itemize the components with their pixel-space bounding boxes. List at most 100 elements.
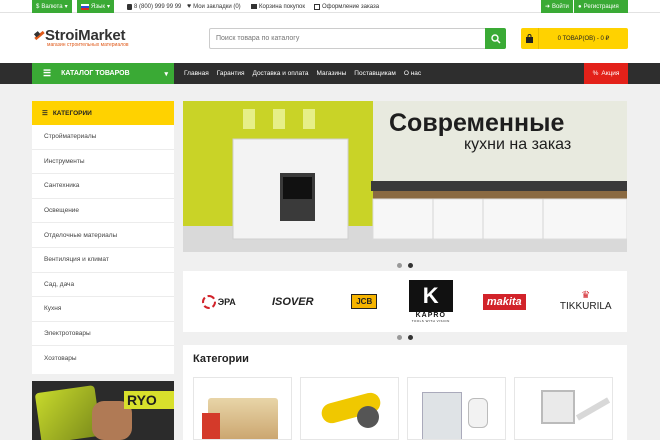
brand-jcb[interactable]: JCB [339, 282, 389, 322]
sidebar-item-garden[interactable]: Сад, дача [32, 273, 174, 298]
crown-icon: ♛ [581, 290, 591, 301]
sidebar-item-finishing[interactable]: Отделочные материалы [32, 223, 174, 248]
user-plus-icon: ● [578, 3, 582, 10]
shopping-bag-icon [521, 28, 539, 49]
register-button[interactable]: ● Регистрация [574, 0, 628, 13]
nav-link-warranty[interactable]: Гарантия [217, 70, 245, 77]
brand-era[interactable]: ЭРА [191, 282, 246, 322]
sidebar-item-household[interactable]: Хозтовары [32, 346, 174, 371]
brands-pagination [397, 335, 413, 340]
category-card-lighting[interactable] [514, 377, 613, 440]
sidebar-promo-banner[interactable]: RYO [32, 381, 174, 440]
plumbing-image-boiler [468, 398, 488, 428]
checkout-label: Оформление заказа [322, 3, 380, 10]
slide-dot-active[interactable] [408, 263, 413, 268]
kapro-logo-icon: K [408, 280, 453, 312]
nav-link-delivery[interactable]: Доставка и оплата [252, 70, 308, 77]
brand-kapro-tagline: TOOLS WITH VISION [411, 319, 450, 323]
sidebar-header: ☰ КАТЕГОРИИ [32, 101, 174, 125]
category-sidebar: ☰ КАТЕГОРИИ Стройматериалы Инструменты С… [32, 101, 174, 374]
sidebar-title: КАТЕГОРИИ [52, 109, 92, 117]
currency-icon: $ [36, 3, 40, 10]
era-logo-icon [201, 294, 216, 309]
sidebar-item-lighting[interactable]: Освещение [32, 199, 174, 224]
building-materials-image-bag [202, 413, 220, 439]
chevron-down-icon: ▾ [164, 70, 168, 78]
cart-icon [251, 4, 257, 9]
banner-pagination [397, 263, 413, 268]
language-dropdown[interactable]: Язык ▾ [77, 0, 115, 13]
brand-kapro-label: KAPRO [415, 312, 446, 319]
brand-isover-label: ISOVER [271, 295, 314, 308]
brand-kapro[interactable]: K KAPRO TOOLS WITH VISION [406, 277, 456, 327]
banner-subtitle: кухни на заказ [464, 136, 572, 153]
nav-link-suppliers[interactable]: Поставщикам [354, 70, 396, 77]
sidebar-item-kitchen[interactable]: Кухня [32, 297, 174, 322]
brand-jcb-label: JCB [351, 294, 378, 309]
brand-isover[interactable]: ISOVER [263, 282, 323, 322]
search-button[interactable] [485, 28, 506, 49]
banner-title: Современные [389, 109, 565, 137]
cart-link-label: Корзина покупок [259, 3, 306, 10]
brands-dot[interactable] [397, 335, 402, 340]
brand-makita[interactable]: makita [472, 282, 536, 322]
nav-link-home[interactable]: Главная [184, 70, 209, 77]
category-card-plumbing[interactable] [407, 377, 506, 440]
login-button[interactable]: ➜ Войти [541, 0, 573, 13]
register-label: Регистрация [583, 3, 619, 10]
promo-label: Акция [601, 70, 620, 77]
lighting-image-tube [575, 397, 611, 421]
ryobi-logo: RYO [124, 391, 174, 409]
menu-icon: ☰ [43, 68, 52, 78]
login-icon: ➜ [545, 4, 551, 10]
percent-icon: % [592, 70, 599, 77]
top-bar: $ Валюта ▾ Язык ▾ 8 (800) 999 99 99 ♥ Мо… [0, 0, 660, 13]
categories-title: Категории [193, 353, 249, 365]
chevron-down-icon: ▾ [64, 4, 68, 10]
heart-icon: ♥ [187, 3, 192, 10]
bookmarks-link[interactable]: ♥ Мои закладки (0) [187, 0, 241, 13]
cart-button[interactable]: 0 ТОВАР(ОВ) - 0 ₽ [521, 28, 628, 49]
brand-tikkurila-label: TIKKURILA [559, 301, 612, 312]
list-icon: ☰ [42, 110, 48, 117]
search-icon [490, 33, 501, 44]
brand-makita-label: makita [482, 293, 526, 310]
currency-dropdown[interactable]: $ Валюта ▾ [32, 0, 72, 13]
cart-summary: 0 ТОВАР(ОВ) - 0 ₽ [557, 36, 610, 42]
brands-carousel: ЭРА ISOVER JCB K KAPRO TOOLS WITH VISION… [183, 271, 627, 332]
currency-label: Валюта [41, 3, 63, 10]
plumbing-image [422, 392, 462, 439]
nav-links: Главная Гарантия Доставка и оплата Магаз… [184, 63, 421, 84]
sidebar-item-electrical[interactable]: Электротовары [32, 322, 174, 347]
sidebar-item-tools[interactable]: Инструменты [32, 150, 174, 175]
cart-link[interactable]: Корзина покупок [251, 0, 305, 13]
catalog-label: КАТАЛОГ ТОВАРОВ [61, 70, 130, 77]
sidebar-item-building-materials[interactable]: Стройматериалы [32, 125, 174, 150]
nav-link-about[interactable]: О нас [404, 70, 421, 77]
brand-era-label: ЭРА [217, 296, 236, 307]
logo-tagline: магазин строительных материалов [47, 42, 129, 48]
checkout-link[interactable]: Оформление заказа [314, 0, 379, 13]
categories-section: Категории [183, 345, 627, 440]
sidebar-item-ventilation[interactable]: Вентиляция и климат [32, 248, 174, 273]
phone-link[interactable]: 8 (800) 999 99 99 [127, 0, 181, 13]
search-input[interactable] [209, 28, 486, 49]
category-card-tools[interactable] [300, 377, 399, 440]
share-icon [314, 3, 320, 10]
chevron-down-icon: ▾ [107, 4, 111, 10]
nav-link-stores[interactable]: Магазины [317, 70, 347, 77]
catalog-button[interactable]: ☰ КАТАЛОГ ТОВАРОВ ▾ [32, 63, 174, 84]
bookmarks-label: Мои закладки (0) [193, 3, 241, 10]
lighting-image [541, 390, 575, 424]
promo-button[interactable]: % Акция [584, 63, 628, 84]
slide-dot[interactable] [397, 263, 402, 268]
flag-ru-icon [81, 3, 89, 10]
sidebar-item-plumbing[interactable]: Сантехника [32, 174, 174, 199]
brands-dot-active[interactable] [408, 335, 413, 340]
hero-banner[interactable]: Современные кухни на заказ [183, 101, 627, 252]
category-card-building-materials[interactable] [193, 377, 292, 440]
phone-number: 8 (800) 999 99 99 [134, 3, 182, 10]
main-nav: ☰ КАТАЛОГ ТОВАРОВ ▾ Главная Гарантия Дос… [0, 63, 660, 84]
brand-tikkurila[interactable]: ♛ TIKKURILA [553, 282, 619, 322]
language-label: Язык [91, 3, 106, 10]
